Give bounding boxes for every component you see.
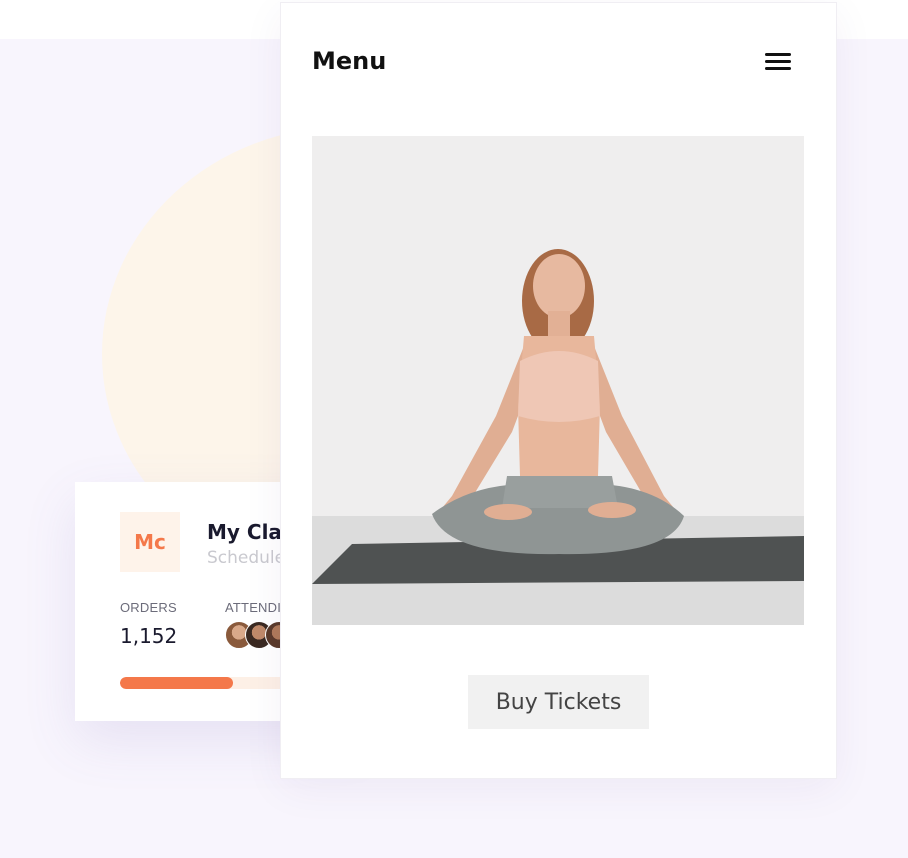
class-subtitle: Schedule xyxy=(207,548,286,568)
orders-value: 1,152 xyxy=(120,624,178,648)
hamburger-line xyxy=(765,67,791,70)
menu-title: Menu xyxy=(312,47,387,75)
yoga-illustration xyxy=(312,136,804,625)
progress-fill xyxy=(120,677,233,689)
buy-tickets-button[interactable]: Buy Tickets xyxy=(468,675,649,729)
hamburger-line xyxy=(765,60,791,63)
hamburger-line xyxy=(765,53,791,56)
attendees-label: ATTENDI xyxy=(225,600,282,615)
class-badge: Mc xyxy=(120,512,180,572)
orders-label: ORDERS xyxy=(120,600,177,615)
yoga-photo xyxy=(312,136,804,625)
phone-screen: Menu Buy Tickets xyxy=(281,3,836,778)
hamburger-icon[interactable] xyxy=(763,49,793,75)
